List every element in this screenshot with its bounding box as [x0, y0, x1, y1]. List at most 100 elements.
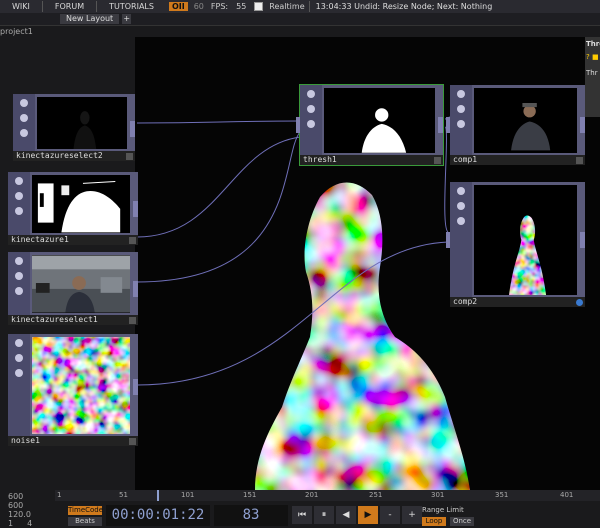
output-connector[interactable]: [580, 117, 585, 133]
beats-button[interactable]: Beats: [68, 517, 102, 526]
node-controls[interactable]: [450, 85, 472, 155]
bypass-icon[interactable]: [307, 105, 315, 113]
node-comp2[interactable]: comp2: [446, 182, 585, 307]
node-plus-button[interactable]: [576, 157, 583, 164]
viewer-icon[interactable]: [15, 177, 23, 185]
input-connector[interactable]: [296, 117, 300, 133]
network-editor[interactable]: kinectazureselect2 kinectazure1 kinectaz…: [0, 37, 600, 490]
node-kinectazureselect1[interactable]: kinectazureselect1: [8, 252, 138, 325]
node-plus-button[interactable]: [129, 438, 136, 445]
node-label[interactable]: noise1: [8, 436, 138, 446]
node-controls[interactable]: [300, 85, 322, 155]
play-reverse-button[interactable]: ◀: [336, 506, 356, 524]
node-plus-button[interactable]: [129, 317, 136, 324]
bypass-icon[interactable]: [15, 272, 23, 280]
node-label[interactable]: comp2: [450, 297, 585, 307]
lock-icon[interactable]: [15, 287, 23, 295]
tab-new-layout[interactable]: New Layout: [60, 14, 120, 24]
bypass-icon[interactable]: [457, 105, 465, 113]
bypass-icon[interactable]: [15, 354, 23, 362]
once-button[interactable]: Once: [450, 517, 474, 526]
viewer-icon[interactable]: [20, 99, 28, 107]
node-comp1[interactable]: comp1: [446, 85, 585, 165]
node-kinectazureselect2[interactable]: kinectazureselect2: [13, 94, 135, 161]
node-controls[interactable]: [450, 182, 472, 297]
node-plus-button[interactable]: [126, 153, 133, 160]
ruler-tick: 51: [119, 491, 128, 499]
viewer-icon[interactable]: [15, 257, 23, 265]
menu-tutorials[interactable]: TUTORIALS: [97, 2, 166, 11]
loop-button[interactable]: Loop: [422, 517, 446, 526]
fps-label: FPS:: [210, 2, 229, 11]
lock-icon[interactable]: [457, 217, 465, 225]
node-controls[interactable]: [8, 252, 30, 315]
viewer-icon[interactable]: [457, 187, 465, 195]
node-thresh1[interactable]: thresh1: [296, 84, 444, 166]
node-label[interactable]: thresh1: [300, 155, 443, 165]
timeline-ruler[interactable]: 1 51 101 151 201 251 301 351 401: [55, 490, 600, 501]
node-plus-button[interactable]: [129, 237, 136, 244]
timeline-value: 600: [8, 501, 24, 510]
ruler-tick: 351: [495, 491, 509, 499]
node-controls[interactable]: [13, 94, 35, 151]
step-forward-button[interactable]: +: [402, 506, 422, 524]
wire: [136, 131, 301, 283]
viewer-icon[interactable]: [307, 90, 315, 98]
timeline-value: 1: [8, 519, 14, 528]
node-controls[interactable]: [8, 334, 30, 436]
output-connector[interactable]: [133, 281, 138, 298]
top-menu-bar: WIKI FORUM TUTORIALS OII 60 FPS: 55 Real…: [0, 0, 600, 13]
pause-button[interactable]: ⏸: [314, 506, 334, 524]
op-badge[interactable]: OII: [168, 2, 188, 11]
output-connector[interactable]: [133, 378, 138, 395]
node-noise1[interactable]: noise1: [8, 334, 138, 446]
playhead[interactable]: [157, 490, 159, 501]
input-connector[interactable]: [446, 117, 450, 133]
timeline-value: 4: [27, 519, 33, 528]
timecode-display[interactable]: 00:00:01:22: [106, 505, 210, 526]
output-connector[interactable]: [438, 117, 443, 133]
step-back-button[interactable]: -: [380, 506, 400, 524]
output-connector[interactable]: [133, 201, 138, 218]
timecode-button[interactable]: TimeCode: [68, 506, 103, 515]
output-connector[interactable]: [580, 232, 585, 248]
node-label[interactable]: kinectazureselect2: [13, 151, 135, 161]
node-controls[interactable]: [8, 172, 30, 235]
viewer-icon[interactable]: [15, 339, 23, 347]
node-plus-button[interactable]: [434, 157, 441, 164]
network-path[interactable]: project1: [0, 26, 600, 37]
bypass-icon[interactable]: [20, 114, 28, 122]
frame-display[interactable]: 83: [214, 505, 288, 526]
input-connector[interactable]: [446, 232, 450, 248]
bypass-icon[interactable]: [15, 192, 23, 200]
node-kinectazure1[interactable]: kinectazure1: [8, 172, 138, 245]
wire: [136, 136, 301, 238]
node-label[interactable]: kinectazure1: [8, 235, 138, 245]
viewer-icon[interactable]: [457, 90, 465, 98]
help-icon[interactable]: ? ■: [585, 51, 600, 63]
wire: [136, 120, 301, 124]
realtime-checkbox[interactable]: [254, 2, 264, 11]
output-connector[interactable]: [130, 120, 135, 137]
ruler-tick: 1: [57, 491, 62, 499]
lock-icon[interactable]: [15, 207, 23, 215]
node-preview: [37, 97, 127, 149]
node-plus-button[interactable]: [576, 299, 583, 306]
bypass-icon[interactable]: [457, 202, 465, 210]
fps-value: 55: [236, 2, 247, 11]
ruler-tick: 301: [431, 491, 445, 499]
add-tab-button[interactable]: +: [122, 14, 132, 24]
lock-icon[interactable]: [457, 120, 465, 128]
play-forward-button[interactable]: ▶: [358, 506, 378, 524]
parameter-panel[interactable]: Thre ? ■ Thr: [585, 37, 600, 117]
lock-icon[interactable]: [15, 369, 23, 377]
wire: [136, 241, 449, 386]
ruler-tick: 201: [305, 491, 319, 499]
node-label[interactable]: kinectazureselect1: [8, 315, 138, 325]
rewind-button[interactable]: ⏮: [292, 506, 312, 524]
menu-wiki[interactable]: WIKI: [0, 2, 42, 11]
lock-icon[interactable]: [20, 129, 28, 137]
menu-forum[interactable]: FORUM: [43, 2, 96, 11]
lock-icon[interactable]: [307, 120, 315, 128]
node-label[interactable]: comp1: [450, 155, 585, 165]
